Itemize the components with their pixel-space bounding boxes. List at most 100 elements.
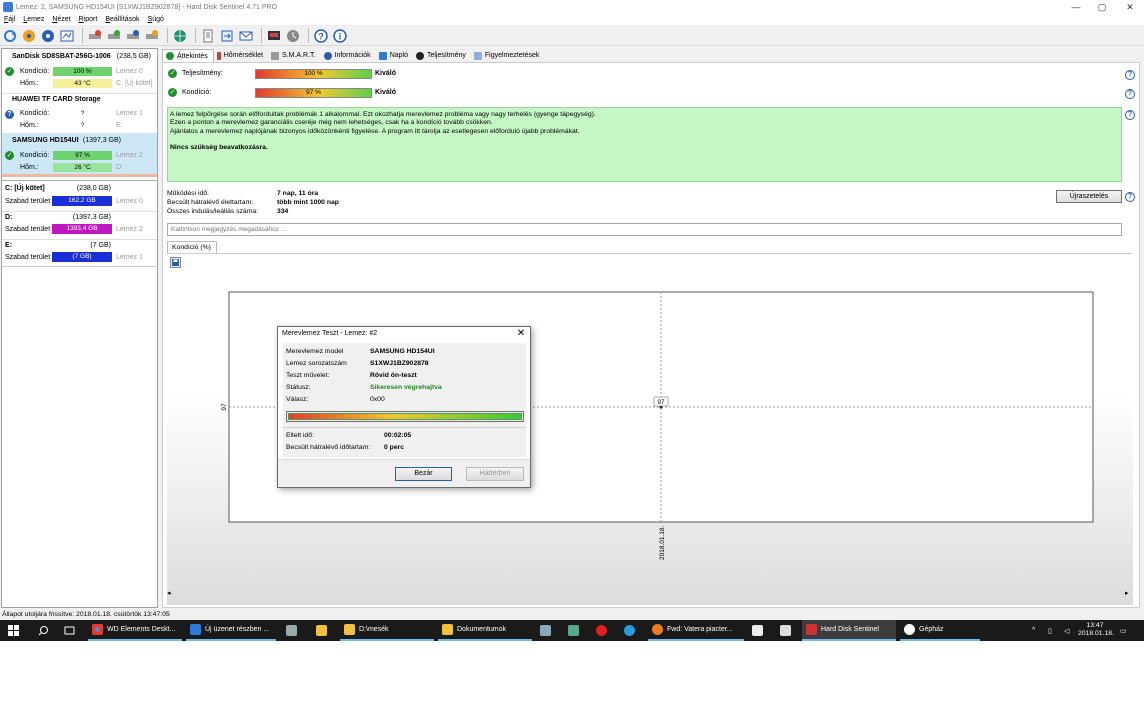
taskbar-explorer-docs[interactable]: Dokumentumok: [438, 620, 532, 641]
schedule-icon[interactable]: [285, 28, 301, 44]
tab-overview[interactable]: Áttekintés: [162, 49, 214, 62]
menu-settings[interactable]: Beállítások: [101, 16, 143, 23]
tab-health-chart[interactable]: Kondíció (%): [167, 241, 217, 253]
send-report-icon[interactable]: [219, 28, 235, 44]
dialog-divider: [283, 427, 526, 428]
store-icon[interactable]: [776, 620, 800, 641]
tray-chevron-up-icon[interactable]: ^: [1028, 620, 1042, 641]
tab-temperature[interactable]: Hőmérséklet: [214, 49, 268, 62]
surface-test-icon[interactable]: [87, 28, 103, 44]
taskbar-label: Hard Disk Sentinel: [821, 626, 879, 633]
health-label: Kondíció:: [20, 68, 50, 75]
refresh-icon[interactable]: [2, 28, 18, 44]
note-input[interactable]: [167, 223, 1122, 236]
disk-temp-row[interactable]: Hőm.: 43 °C C: [Új kötet]: [2, 78, 157, 89]
close-window-button[interactable]: ✕: [1116, 0, 1144, 14]
disk-list-panel: SanDisk SD8SBAT-256G-1006 (238,5 GB) ✓ K…: [1, 48, 158, 608]
settings-app-icon[interactable]: [282, 620, 306, 641]
background-button[interactable]: Háttérben: [466, 467, 524, 481]
taskbar-edge-mail[interactable]: Új üzenet részben ...: [186, 620, 276, 641]
disk-header-2[interactable]: SAMSUNG HD154UI (1397,3 GB): [2, 135, 157, 147]
help-icon[interactable]: ?: [313, 28, 329, 44]
menu-file[interactable]: Fájl: [0, 16, 19, 23]
help-icon[interactable]: ?: [1125, 70, 1135, 80]
volume-free-row[interactable]: Szabad terület 1393,4 GB Lemez 2: [2, 224, 157, 235]
disk-header-0[interactable]: SanDisk SD8SBAT-256G-1006 (238,5 GB): [2, 51, 157, 63]
short-test-icon[interactable]: [106, 28, 122, 44]
globe-icon[interactable]: [172, 28, 188, 44]
y-tick-label: 97: [221, 403, 228, 411]
menu-disk[interactable]: Lemez: [19, 16, 48, 23]
tab-log[interactable]: Napló: [376, 49, 413, 62]
tray-volume-icon[interactable]: ◁: [1060, 620, 1074, 641]
offline-test-icon[interactable]: [144, 28, 160, 44]
file-explorer-icon[interactable]: [312, 620, 336, 641]
minimize-button[interactable]: —: [1062, 0, 1090, 14]
disk-header-1[interactable]: HUAWEI TF CARD Storage: [2, 93, 157, 105]
help-icon[interactable]: ?: [1125, 192, 1135, 202]
taskbar-hd-sentinel[interactable]: Hard Disk Sentinel: [802, 620, 896, 641]
health-bar: 100 %: [53, 67, 112, 76]
scroll-right-arrow[interactable]: ▸: [1125, 589, 1133, 597]
test-icon[interactable]: [59, 28, 75, 44]
close-button[interactable]: Bezár: [395, 467, 452, 481]
disk-health-row[interactable]: ? Kondíció: ? Lemez 1: [2, 108, 157, 119]
report-icon[interactable]: [200, 28, 216, 44]
tab-label: Figyelmeztetések: [484, 52, 540, 59]
email-report-icon[interactable]: [238, 28, 254, 44]
search-icon[interactable]: [34, 620, 58, 641]
toolbar-separator: [261, 28, 262, 43]
volume-header-e[interactable]: E: (7 GB): [2, 239, 157, 250]
reset-button[interactable]: Újraszetelés: [1056, 190, 1122, 203]
test-progress-bar: [286, 411, 524, 422]
clock[interactable]: 13:47 2018.01.18.: [1078, 622, 1114, 638]
taskbar-label: Gépház: [919, 626, 944, 633]
disk-temp-row[interactable]: Hőm.: 26 °C D:: [2, 162, 157, 173]
clock-date: 2018.01.18.: [1078, 630, 1114, 637]
taskbar-explorer-mesek[interactable]: D:\mesék: [340, 620, 434, 641]
ie-icon[interactable]: [620, 620, 644, 641]
volume-free-row[interactable]: Szabad terület 162,2 GB Lemez 0: [2, 196, 157, 207]
tab-alerts[interactable]: Figyelmeztetések: [471, 49, 544, 62]
tab-performance[interactable]: Teljesítmény: [413, 49, 471, 62]
menu-view[interactable]: Nézet: [48, 16, 74, 23]
disk-health-row[interactable]: ✓ Kondíció: 97 % Lemez 2: [2, 150, 157, 161]
tray-battery-icon[interactable]: ▯: [1044, 620, 1058, 641]
disk-temp-row[interactable]: Hőm.: ? E:: [2, 120, 157, 131]
about-icon[interactable]: i: [332, 28, 348, 44]
disk-health-row[interactable]: ✓ Kondíció: 100 % Lemez 0: [2, 66, 157, 77]
drive-ref: E:: [116, 122, 123, 129]
volume-header-c[interactable]: C: [Új kötet] (238,0 GB): [2, 183, 157, 194]
disk-info-icon[interactable]: [40, 28, 56, 44]
free-label: Szabad terület: [5, 226, 51, 233]
network-app-icon[interactable]: [564, 620, 588, 641]
tab-smart[interactable]: S.M.A.R.T.: [268, 49, 320, 62]
taskbar-settings[interactable]: Gépház: [900, 620, 980, 641]
temp-label: Hőm.:: [20, 80, 39, 87]
dialog-close-icon[interactable]: ✕: [514, 327, 528, 341]
taskbar-firefox-vatera[interactable]: Fwd: Vatera piacter...: [648, 620, 744, 641]
taskbar-label: Új üzenet részben ...: [205, 626, 270, 633]
document-icon[interactable]: [748, 620, 772, 641]
maximize-button[interactable]: ▢: [1088, 0, 1116, 14]
volume-header-d[interactable]: D: (1397,3 GB): [2, 211, 157, 222]
disk-scan-icon[interactable]: [21, 28, 37, 44]
taskbar-chrome-wd[interactable]: WD Elements Deskt...: [88, 620, 182, 641]
help-icon[interactable]: ?: [1125, 110, 1135, 120]
print-icon[interactable]: [266, 28, 282, 44]
calculator-icon[interactable]: [536, 620, 560, 641]
scroll-left-arrow[interactable]: ◂: [167, 589, 175, 597]
help-icon[interactable]: ?: [1125, 89, 1135, 99]
menu-help[interactable]: Súgó: [144, 16, 168, 23]
doc-icon: [752, 625, 763, 636]
menu-report[interactable]: Riport: [75, 16, 102, 23]
volume-free-row[interactable]: Szabad terület (7 GB) Lemez 1: [2, 252, 157, 263]
task-view-icon[interactable]: [60, 620, 84, 641]
panel-divider: [2, 266, 157, 267]
opera-icon[interactable]: [592, 620, 616, 641]
tab-information[interactable]: Információk: [321, 49, 376, 62]
extended-test-icon[interactable]: [125, 28, 141, 44]
notification-icon[interactable]: ▭: [1116, 620, 1136, 641]
data-label: 97: [657, 399, 665, 406]
start-icon[interactable]: [4, 620, 30, 641]
